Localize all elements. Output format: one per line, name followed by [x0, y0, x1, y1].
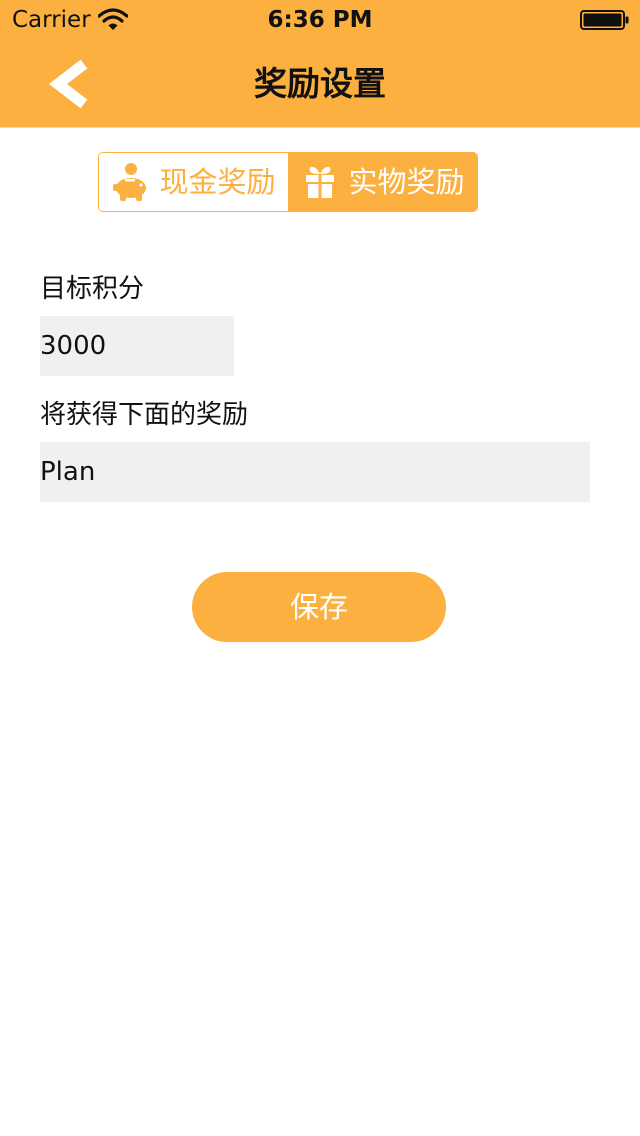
segment-goods-reward[interactable]: 实物奖励 — [288, 153, 477, 211]
target-score-input[interactable] — [40, 316, 234, 376]
reward-label: 将获得下面的奖励 — [40, 400, 249, 430]
reward-type-segmented-control: 现金奖励 实物奖励 — [98, 152, 478, 212]
segment-goods-label: 实物奖励 — [348, 165, 465, 199]
save-button[interactable]: 保存 — [192, 572, 446, 642]
reward-input[interactable] — [40, 442, 590, 502]
segment-cash-reward[interactable]: 现金奖励 — [99, 153, 288, 211]
gift-icon — [306, 166, 335, 198]
status-time: 6:36 PM — [267, 7, 373, 33]
navigation-header: Carrier 6:36 PM 奖励设置 — [0, 0, 640, 128]
page-title: 奖励设置 — [254, 64, 386, 103]
target-score-label: 目标积分 — [40, 274, 145, 304]
segment-cash-label: 现金奖励 — [159, 165, 276, 199]
status-bar: Carrier 6:36 PM — [0, 0, 640, 40]
piggy-bank-icon — [113, 163, 147, 201]
battery-icon — [580, 10, 629, 30]
